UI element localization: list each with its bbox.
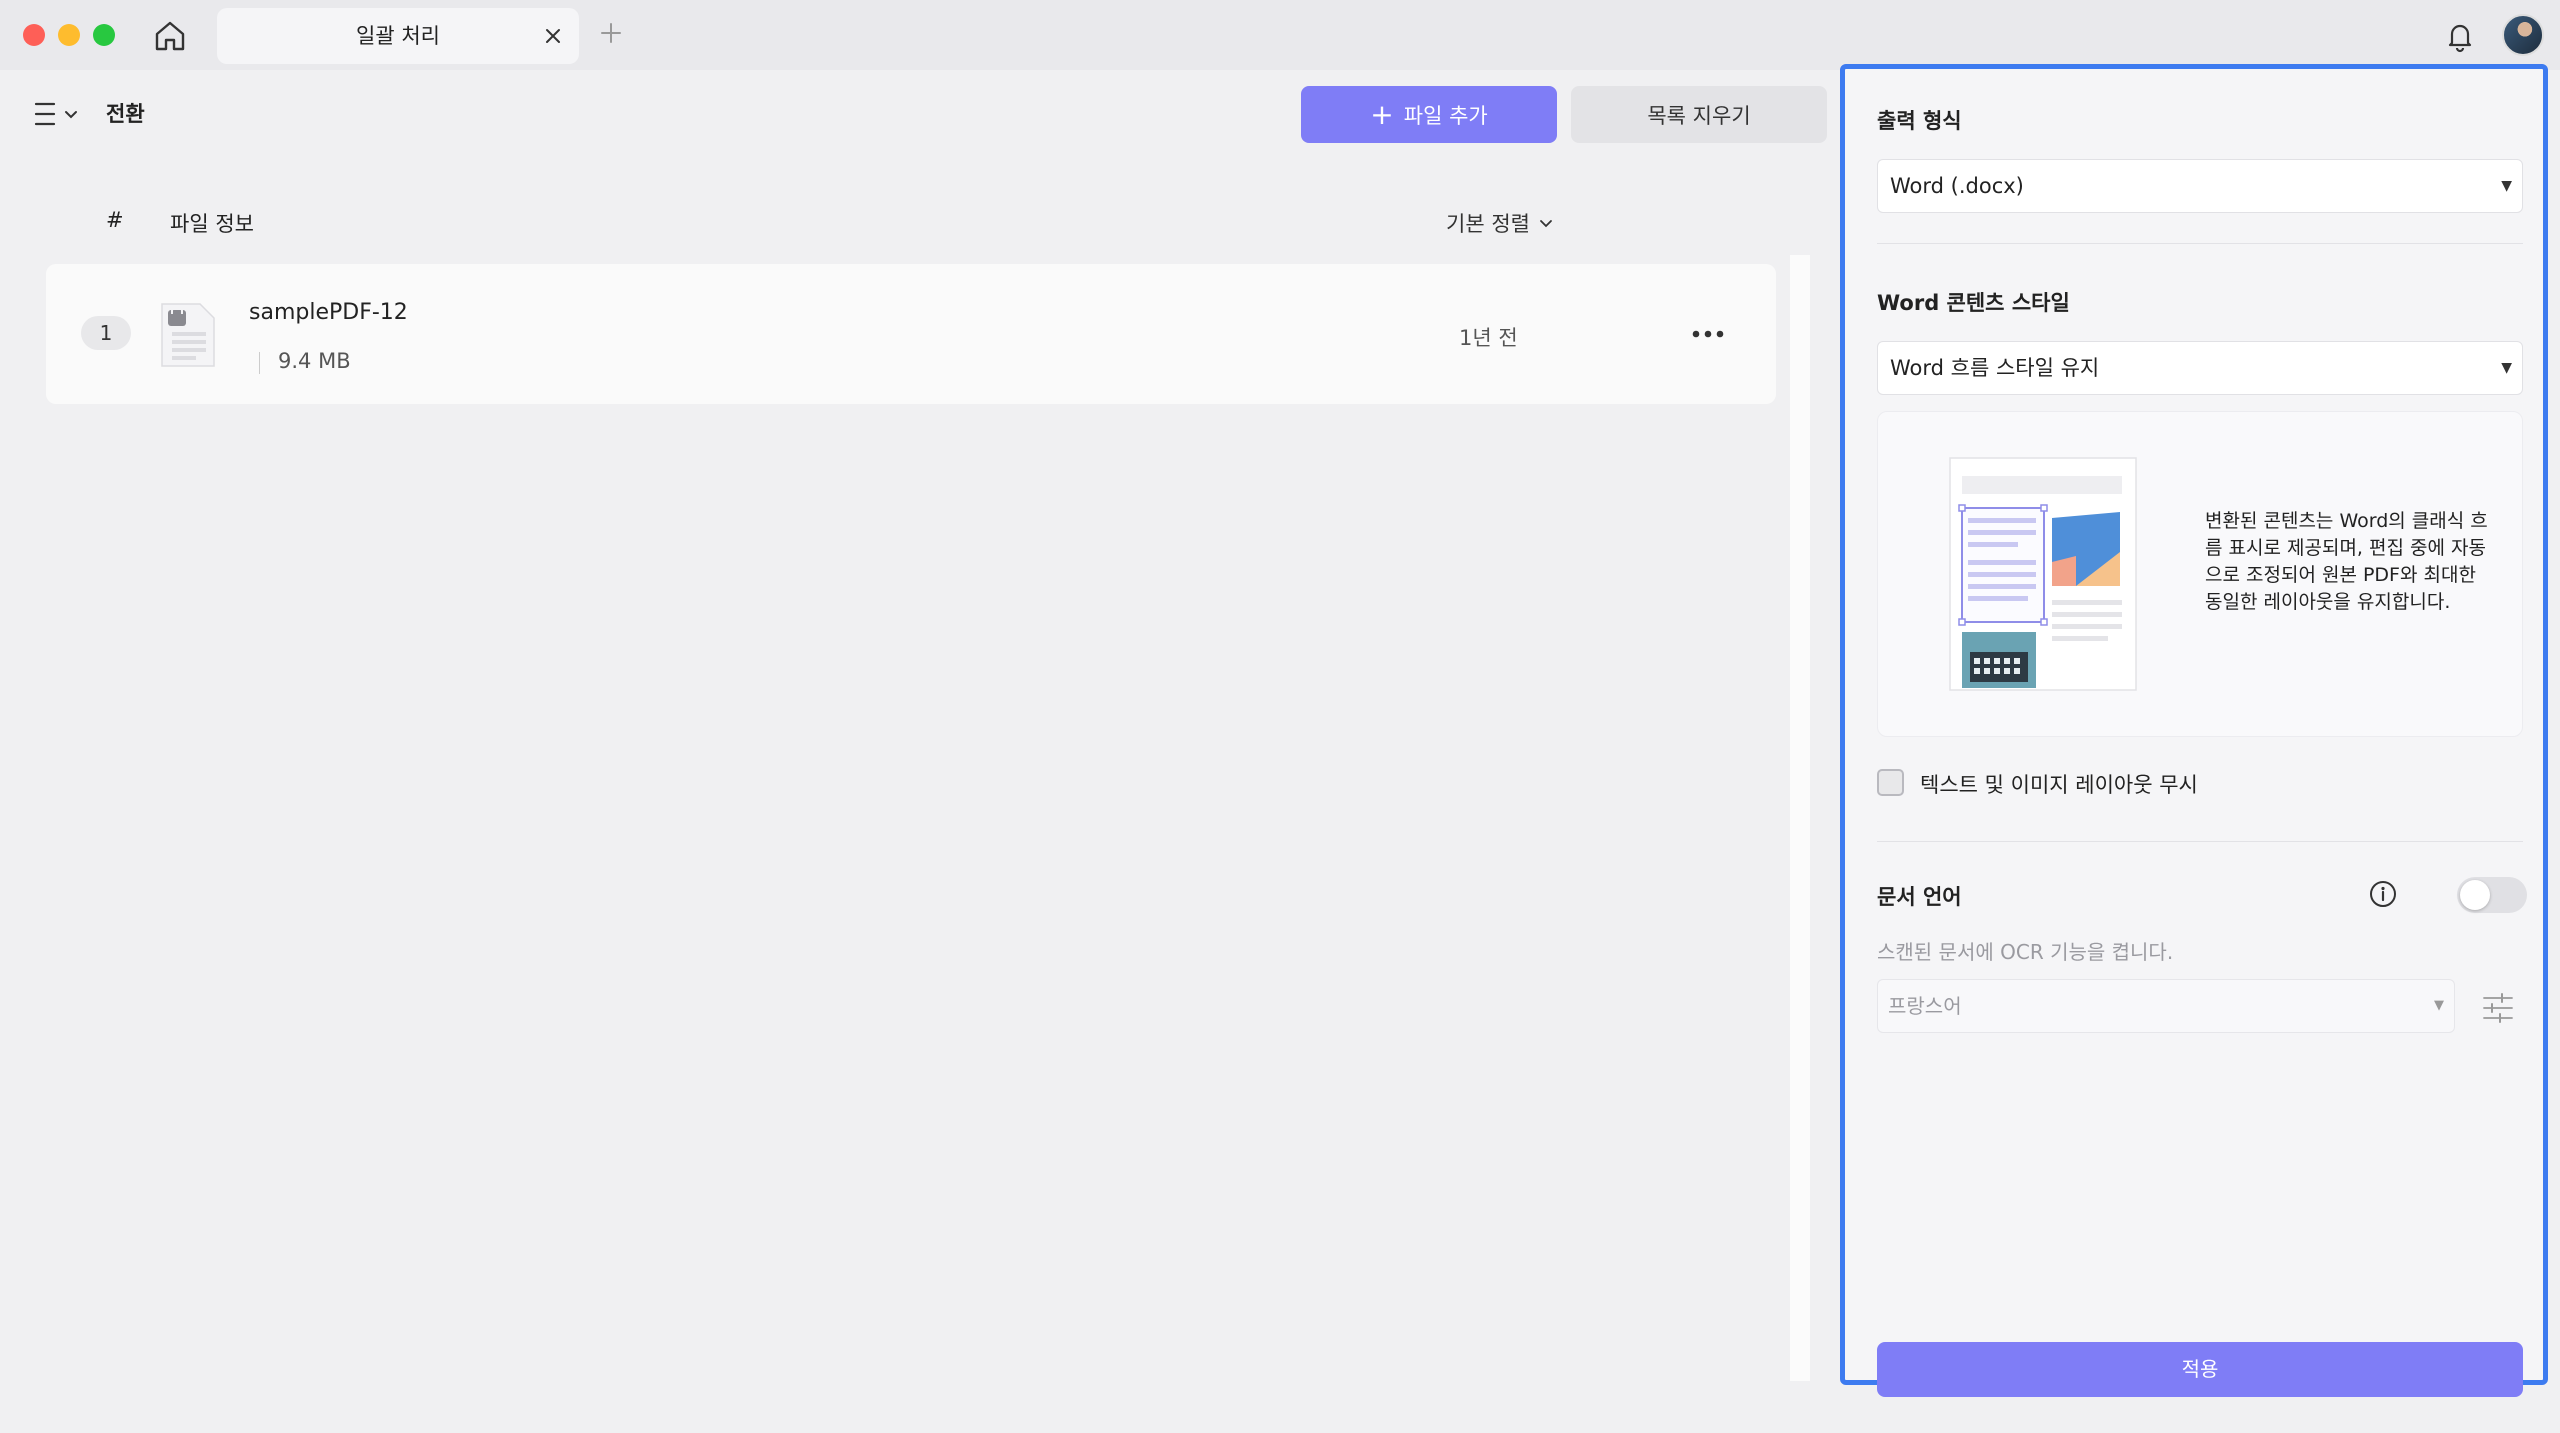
dropdown-arrow-icon: ▼ xyxy=(2501,360,2512,376)
plus-icon: + xyxy=(1370,97,1394,131)
output-format-value: Word (.docx) xyxy=(1890,174,2024,198)
info-icon[interactable] xyxy=(2368,879,2398,909)
file-list-pane: 전환 + 파일 추가 목록 지우기 # 파일 정보 기본 정렬 1 sample… xyxy=(0,70,1835,1433)
more-options-icon[interactable] xyxy=(1686,320,1730,348)
scrollbar[interactable] xyxy=(1790,255,1810,1381)
user-avatar[interactable] xyxy=(2502,14,2544,56)
language-value: 프랑스어 xyxy=(1888,994,1962,1018)
column-header-number: # xyxy=(106,208,124,232)
close-window-button[interactable] xyxy=(23,24,45,46)
sort-label: 기본 정렬 xyxy=(1446,212,1530,236)
column-header-file-info: 파일 정보 xyxy=(170,212,254,236)
file-row[interactable]: 1 samplePDF-12 9.4 MB 1년 전 xyxy=(46,264,1776,404)
language-select[interactable]: 프랑스어 ▼ xyxy=(1877,979,2455,1033)
apply-button[interactable]: 적용 xyxy=(1877,1342,2523,1397)
content-style-select[interactable]: Word 흐름 스타일 유지 ▼ xyxy=(1877,341,2523,395)
tab-batch-process[interactable]: 일괄 처리 xyxy=(217,8,579,64)
divider xyxy=(1877,243,2523,244)
add-file-button[interactable]: + 파일 추가 xyxy=(1301,86,1557,143)
notification-bell-icon[interactable] xyxy=(2442,18,2478,54)
sort-dropdown[interactable]: 기본 정렬 xyxy=(1446,208,1554,238)
tab-close-icon[interactable] xyxy=(541,24,565,48)
tab-title: 일괄 처리 xyxy=(356,24,440,48)
page-title: 전환 xyxy=(106,102,145,126)
maximize-window-button[interactable] xyxy=(93,24,115,46)
locked-pdf-icon xyxy=(160,302,216,368)
clear-list-label: 목록 지우기 xyxy=(1647,103,1751,128)
document-language-label: 문서 언어 xyxy=(1877,885,1962,909)
dropdown-arrow-icon: ▼ xyxy=(2501,178,2512,194)
file-name: samplePDF-12 xyxy=(249,300,408,325)
content-style-label: Word 콘텐츠 스타일 xyxy=(1877,291,2070,315)
toggle-knob xyxy=(2460,880,2490,910)
dropdown-arrow-icon: ▼ xyxy=(2434,998,2444,1013)
content-style-value: Word 흐름 스타일 유지 xyxy=(1890,356,2100,380)
menu-dropdown-icon[interactable] xyxy=(34,100,82,130)
conversion-settings-panel: 출력 형식 Word (.docx) ▼ Word 콘텐츠 스타일 Word 흐… xyxy=(1840,64,2548,1397)
file-size: 9.4 MB xyxy=(278,349,351,373)
clear-list-button[interactable]: 목록 지우기 xyxy=(1571,86,1827,143)
home-icon[interactable] xyxy=(150,16,190,56)
divider xyxy=(1877,841,2523,842)
title-bar: 일괄 처리 xyxy=(0,0,2560,70)
document-preview-illustration xyxy=(1948,456,2138,696)
output-format-label: 출력 형식 xyxy=(1877,109,1962,133)
ocr-description: 스캔된 문서에 OCR 기능을 켭니다. xyxy=(1877,940,2174,964)
sliders-settings-icon[interactable] xyxy=(2481,991,2515,1025)
new-tab-icon[interactable] xyxy=(598,20,624,46)
ignore-layout-checkbox[interactable] xyxy=(1877,769,1904,796)
style-description: 변환된 콘텐츠는 Word의 클래식 흐름 표시로 제공되며, 편집 중에 자동… xyxy=(2205,510,2488,613)
output-format-select[interactable]: Word (.docx) ▼ xyxy=(1877,159,2523,213)
add-file-label: 파일 추가 xyxy=(1403,103,1488,128)
file-modified-time: 1년 전 xyxy=(1459,326,1518,350)
size-separator xyxy=(259,352,260,374)
ocr-toggle[interactable] xyxy=(2457,877,2527,913)
minimize-window-button[interactable] xyxy=(58,24,80,46)
row-number: 1 xyxy=(81,316,131,350)
style-preview-card: 변환된 콘텐츠는 Word의 클래식 흐름 표시로 제공되며, 편집 중에 자동… xyxy=(1877,411,2523,737)
ignore-layout-label[interactable]: 텍스트 및 이미지 레이아웃 무시 xyxy=(1920,769,2198,799)
chevron-down-icon xyxy=(1540,220,1552,228)
